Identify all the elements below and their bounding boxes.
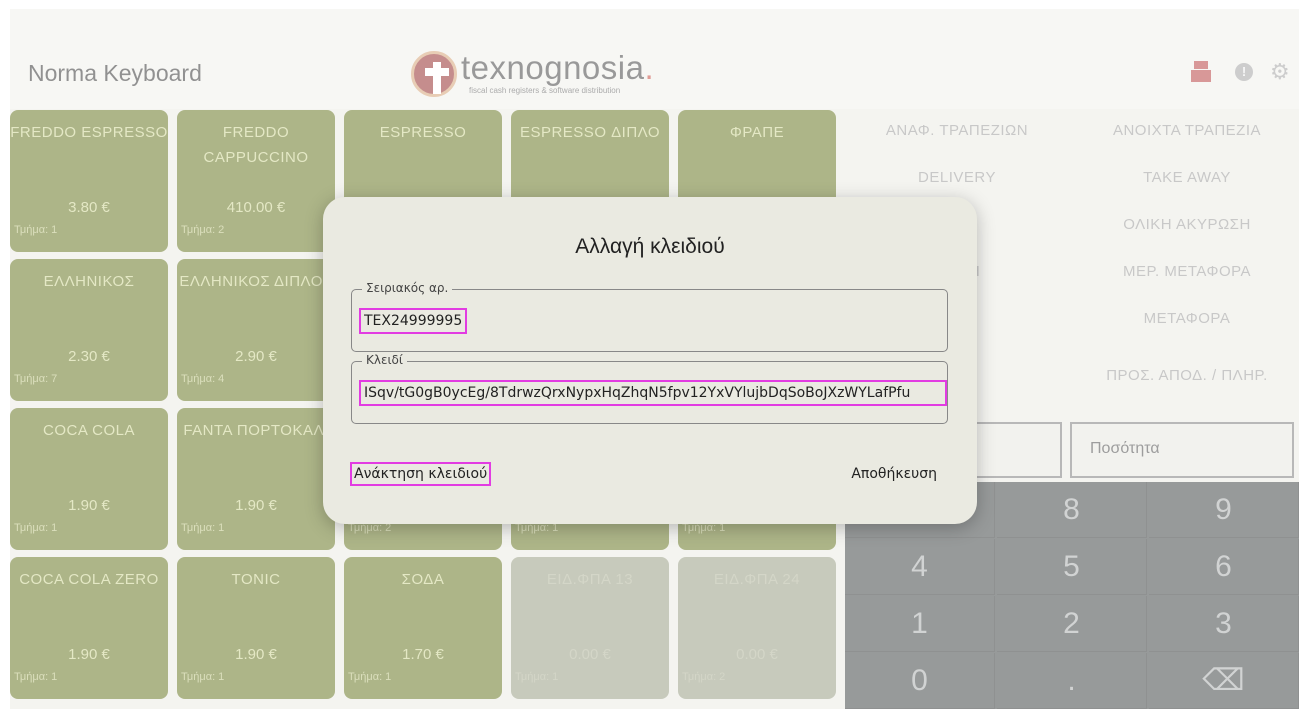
screen: Norma Keyboard texnognosia. fiscal cash … xyxy=(0,0,1299,709)
change-key-dialog: Αλλαγή κλειδιού Σειριακός αρ. TEX2499999… xyxy=(323,197,977,524)
key-field[interactable]: Κλειδί ISqv/tG0gB0ycEg/8TdrwzQrxNypxHqZh… xyxy=(351,353,948,424)
key-value[interactable]: ISqv/tG0gB0ycEg/8TdrwzQrxNypxHqZhqN5fpv1… xyxy=(359,380,947,406)
serial-number-label: Σειριακός αρ. xyxy=(362,281,453,295)
serial-number-value[interactable]: TEX24999995 xyxy=(358,308,468,334)
recover-key-button[interactable]: Ανάκτηση κλειδιού xyxy=(349,462,492,486)
key-label: Κλειδί xyxy=(362,353,407,367)
serial-number-field[interactable]: Σειριακός αρ. TEX24999995 xyxy=(351,281,948,352)
dialog-title: Αλλαγή κλειδιού xyxy=(575,235,725,258)
save-button[interactable]: Αποθήκευση xyxy=(851,466,937,482)
